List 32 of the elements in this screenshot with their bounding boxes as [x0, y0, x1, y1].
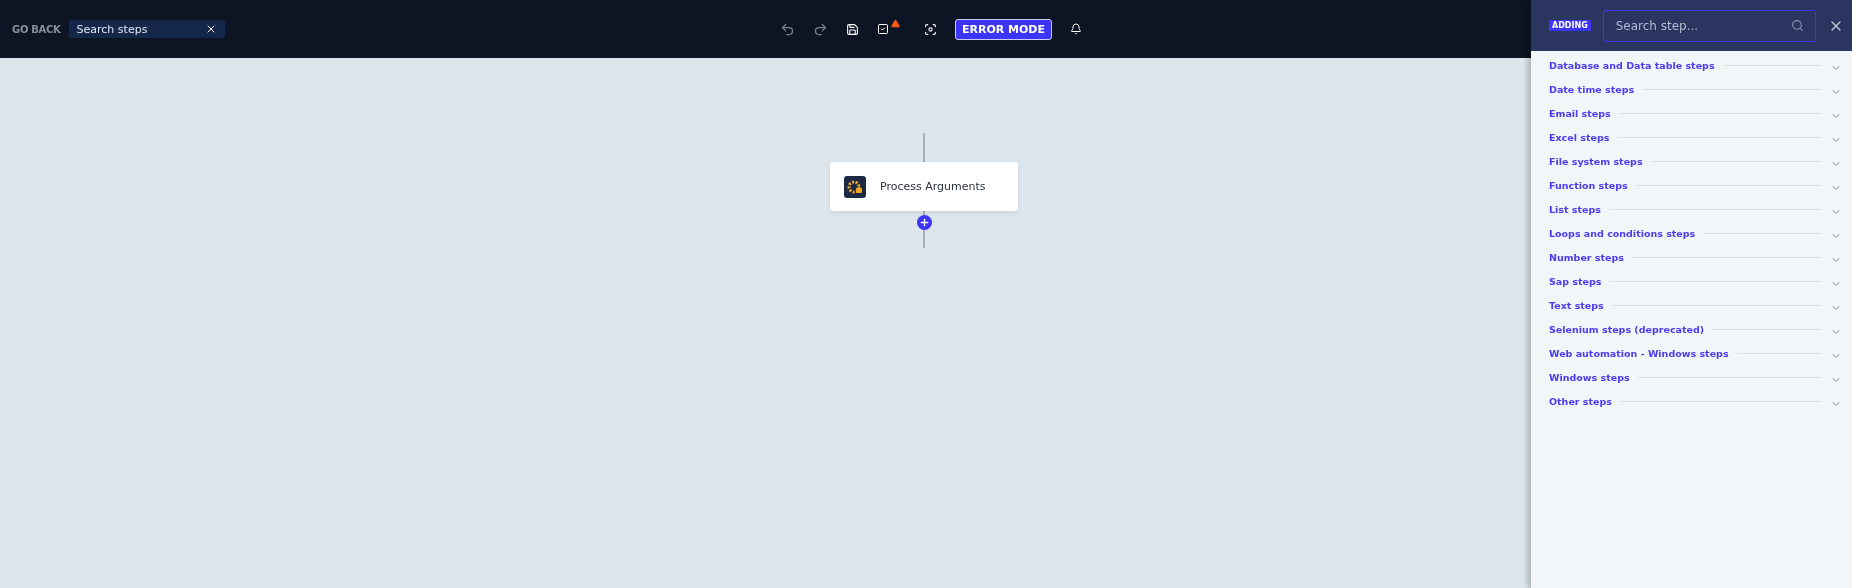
- checklist-button[interactable]: [876, 23, 889, 35]
- focus-button[interactable]: [923, 22, 937, 36]
- category-row[interactable]: Excel steps: [1531, 125, 1852, 149]
- category-row[interactable]: Loops and conditions steps: [1531, 221, 1852, 245]
- undo-button[interactable]: [779, 21, 795, 37]
- gear-icon: [844, 175, 866, 198]
- category-row[interactable]: Other steps: [1531, 389, 1852, 413]
- search-icon: [1791, 18, 1804, 32]
- category-row[interactable]: Sap steps: [1531, 269, 1852, 293]
- go-back-link[interactable]: GO BACK: [12, 23, 61, 35]
- step-search-field[interactable]: Search step...: [1602, 9, 1816, 42]
- category-row[interactable]: File system steps: [1531, 149, 1852, 173]
- error-mode-button[interactable]: ERROR MODE: [954, 18, 1053, 40]
- adding-label: ADDING: [1549, 20, 1591, 31]
- add-step-button[interactable]: [917, 215, 932, 230]
- category-row[interactable]: Date time steps: [1531, 77, 1852, 101]
- category-row[interactable]: Function steps: [1531, 173, 1852, 197]
- category-row[interactable]: Web automation - Windows steps: [1531, 341, 1852, 365]
- category-row[interactable]: List steps: [1531, 197, 1852, 221]
- category-row[interactable]: Selenium steps (deprecated): [1531, 317, 1852, 341]
- category-row[interactable]: Text steps: [1531, 293, 1852, 317]
- warning-icon: [890, 18, 900, 28]
- save-button[interactable]: [845, 22, 859, 36]
- category-row[interactable]: Windows steps: [1531, 365, 1852, 389]
- category-row[interactable]: Number steps: [1531, 245, 1852, 269]
- notification-button[interactable]: [1070, 23, 1083, 35]
- category-row[interactable]: Database and Data table steps: [1531, 53, 1852, 77]
- search-field[interactable]: Search steps: [68, 20, 225, 38]
- node-label: Process Arguments: [880, 180, 986, 193]
- process-node[interactable]: Process Arguments: [830, 162, 1018, 211]
- category-row[interactable]: Email steps: [1531, 101, 1852, 125]
- redo-button[interactable]: [812, 21, 828, 37]
